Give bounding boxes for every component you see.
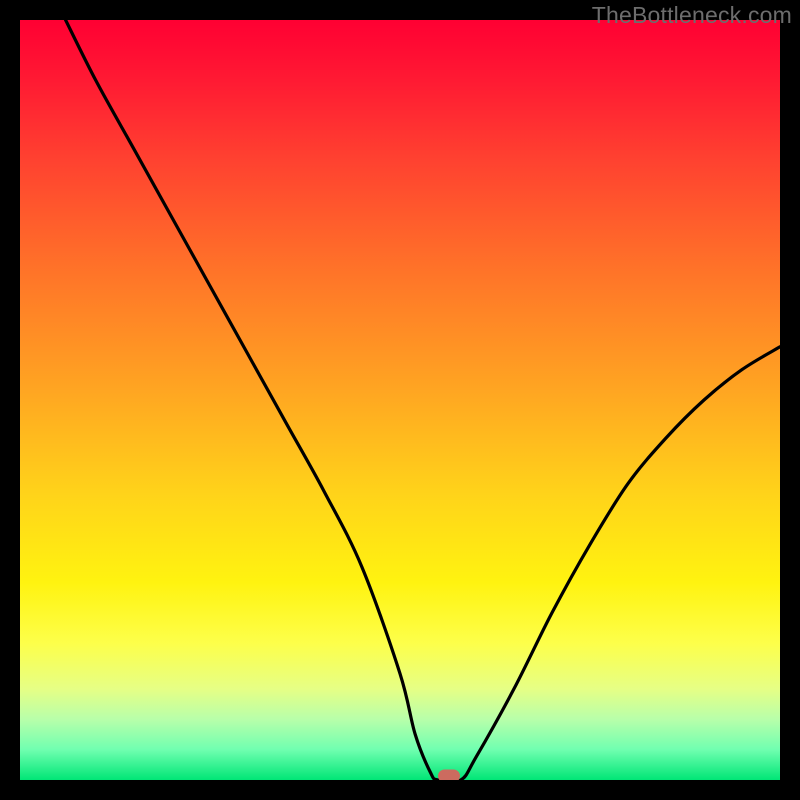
optimal-marker	[438, 770, 460, 780]
watermark-text: TheBottleneck.com	[592, 2, 792, 29]
plot-area	[20, 20, 780, 780]
chart-frame: TheBottleneck.com	[0, 0, 800, 800]
curve-path	[66, 20, 780, 780]
bottleneck-curve	[20, 20, 780, 780]
